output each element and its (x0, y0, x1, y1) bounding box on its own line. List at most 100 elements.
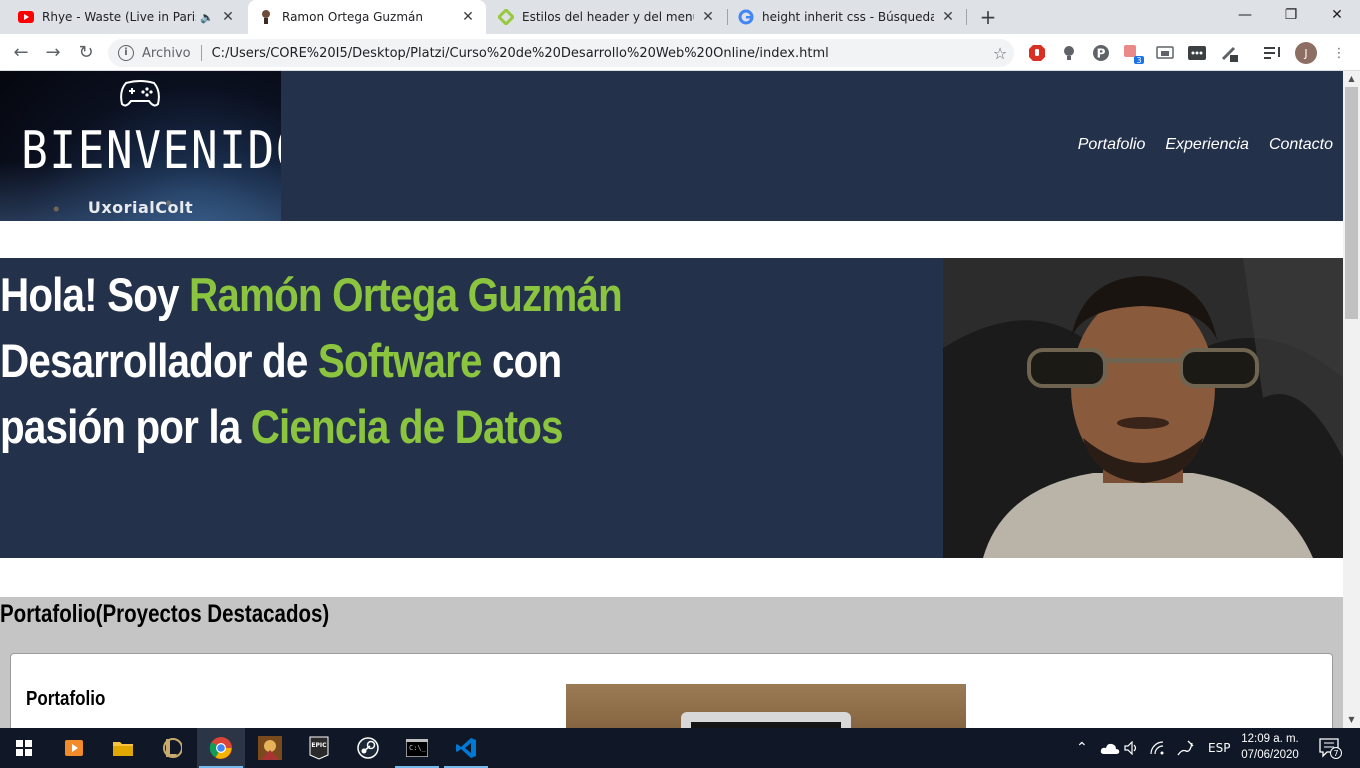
nav-link-portafolio[interactable]: Portafolio (1078, 136, 1146, 154)
terminal-icon[interactable]: C:\_ (393, 728, 441, 768)
portfolio-section: Portafolio(Proyectos Destacados) Portafo… (0, 597, 1343, 728)
hero-heading: Hola! Soy Ramón Ortega Guzmán Desarrolla… (0, 262, 937, 460)
restore-button[interactable]: ❐ (1268, 0, 1314, 30)
hero-name: Ramón Ortega Guzmán (189, 268, 623, 321)
site-header: BIENVENIDO UxorialColt Portafolio Experi… (0, 71, 1343, 221)
svg-text:3: 3 (1136, 56, 1141, 64)
cast-extension-icon[interactable] (1154, 42, 1176, 64)
tab-label: Rhye - Waste (Live in Paris) - (42, 10, 196, 24)
adblock-extension-icon[interactable] (1026, 42, 1048, 64)
bookmark-star-icon[interactable]: ☆ (986, 44, 1014, 63)
hero-line-2: Desarrollador de Software con (0, 328, 937, 394)
vscode-icon[interactable] (442, 728, 490, 768)
url-text[interactable]: C:/Users/CORE%20I5/Desktop/Platzi/Curso%… (212, 46, 986, 61)
svg-text:EPIC: EPIC (311, 742, 327, 749)
hero-section: Hola! Soy Ramón Ortega Guzmán Desarrolla… (0, 258, 1343, 558)
platzi-icon (498, 9, 514, 25)
minimize-button[interactable]: — (1222, 0, 1268, 30)
chevron-up-icon[interactable]: ⌃ (1076, 740, 1088, 756)
tab-separator (966, 9, 967, 25)
svg-text:7: 7 (1333, 749, 1338, 758)
system-clock[interactable]: 12:09 a. m. 07/06/2020 (1234, 731, 1306, 763)
windows-taskbar: EPIC C:\_ ⌃ ESP 12:09 a. m. 07/06/2020 7 (0, 728, 1360, 768)
epic-games-icon[interactable]: EPIC (295, 728, 343, 768)
chrome-taskbar-icon[interactable] (197, 728, 245, 768)
steam-icon[interactable] (344, 728, 392, 768)
close-tab-icon[interactable]: ✕ (460, 9, 476, 25)
pinterest-extension-icon[interactable]: P (1090, 42, 1112, 64)
browser-toolbar: ← → ↻ i Archivo C:/Users/CORE%20I5/Deskt… (0, 34, 1360, 71)
scroll-up-icon[interactable]: ▲ (1343, 71, 1360, 87)
volume-icon[interactable] (1124, 728, 1140, 768)
svg-text:P: P (1097, 47, 1106, 61)
portfolio-card-title: Portafolio (26, 688, 106, 710)
page-scrollbar[interactable]: ▲ ▼ (1343, 71, 1360, 728)
close-tab-icon[interactable]: ✕ (940, 9, 956, 25)
lightbulb-extension-icon[interactable] (1058, 42, 1080, 64)
reload-icon[interactable]: ↻ (73, 40, 99, 66)
nav-link-contacto[interactable]: Contacto (1269, 136, 1333, 154)
hero-passion: pasión por la (0, 400, 251, 453)
address-bar[interactable]: i Archivo C:/Users/CORE%20I5/Desktop/Pla… (108, 39, 1014, 67)
game-launcher-icon[interactable] (246, 728, 294, 768)
close-tab-icon[interactable]: ✕ (220, 9, 236, 25)
gamepad-icon (120, 80, 160, 107)
menu-kebab-icon[interactable]: ⋮ (1328, 42, 1350, 64)
tab-platzi[interactable]: Estilos del header y del menú de ✕ (488, 0, 726, 34)
laptop-shape (681, 712, 851, 728)
hero-line-3: pasión por la Ciencia de Datos (0, 394, 937, 460)
tab-google-search[interactable]: height inherit css - Búsqueda de ✕ (728, 0, 966, 34)
google-icon (738, 9, 754, 25)
file-explorer-icon[interactable] (99, 728, 147, 768)
profile-photo (943, 258, 1343, 558)
media-queue-icon[interactable] (1262, 42, 1284, 64)
action-center-icon[interactable]: 7 (1318, 728, 1342, 768)
hero-greeting: Hola! Soy (0, 268, 190, 321)
laptop-project-image[interactable] (566, 684, 966, 728)
window-close-button[interactable]: ✕ (1314, 0, 1360, 30)
windows-start-icon[interactable] (0, 728, 48, 768)
scheme-label: Archivo (142, 45, 191, 61)
main-nav: Portafolio Experiencia Contacto (1078, 136, 1333, 154)
hero-data-science: Ciencia de Datos (250, 400, 564, 453)
username-label: UxorialColt (87, 198, 194, 217)
web-page: BIENVENIDO UxorialColt Portafolio Experi… (0, 71, 1343, 728)
new-tab-button[interactable]: + (976, 5, 1000, 29)
portfolio-heading: Portafolio(Proyectos Destacados) (0, 600, 330, 628)
hero-software: Software (317, 334, 483, 387)
forward-icon[interactable]: → (40, 40, 66, 66)
scroll-down-icon[interactable]: ▼ (1343, 712, 1360, 728)
site-favicon-icon (258, 9, 274, 25)
scrollbar-thumb[interactable] (1345, 87, 1358, 319)
language-indicator[interactable]: ESP (1208, 728, 1230, 768)
onedrive-icon[interactable] (1100, 728, 1120, 768)
youtube-icon (18, 9, 34, 25)
tab-label: Estilos del header y del menú de (522, 10, 694, 24)
close-tab-icon[interactable]: ✕ (700, 9, 716, 25)
svg-text:J: J (1303, 47, 1307, 60)
nav-link-experiencia[interactable]: Experiencia (1165, 136, 1249, 154)
clock-date: 07/06/2020 (1241, 749, 1299, 761)
tab-youtube[interactable]: Rhye - Waste (Live in Paris) - 🔈 ✕ (8, 0, 246, 34)
portfolio-card: Portafolio (10, 653, 1333, 728)
show-hidden-icons[interactable]: ⌃ (1076, 728, 1088, 768)
hero-line-1: Hola! Soy Ramón Ortega Guzmán (0, 262, 937, 328)
welcome-title: BIENVENIDO (21, 121, 281, 181)
tab-strip: Rhye - Waste (Live in Paris) - 🔈 ✕ Ramon… (0, 0, 1360, 34)
hero-role: Desarrollador de (0, 334, 318, 387)
league-of-legends-icon[interactable] (148, 728, 196, 768)
svg-text:C:\_: C:\_ (409, 744, 427, 752)
profile-avatar[interactable]: J (1294, 41, 1318, 65)
speaker-icon[interactable]: 🔈 (200, 11, 214, 24)
puzzle-extension-icon[interactable]: 3 (1122, 42, 1144, 64)
pen-ink-icon[interactable] (1176, 728, 1194, 768)
back-icon[interactable]: ← (8, 40, 34, 66)
eyedropper-extension-icon[interactable] (1218, 42, 1240, 64)
omnibox-divider (200, 45, 202, 61)
wifi-icon[interactable] (1150, 728, 1166, 768)
media-player-icon[interactable] (50, 728, 98, 768)
more-dots-extension-icon[interactable] (1186, 42, 1208, 64)
site-info-icon[interactable]: i (118, 45, 134, 61)
site-logo[interactable]: BIENVENIDO UxorialColt (0, 71, 281, 221)
tab-ramon-ortega[interactable]: Ramon Ortega Guzmán ✕ (248, 0, 486, 34)
